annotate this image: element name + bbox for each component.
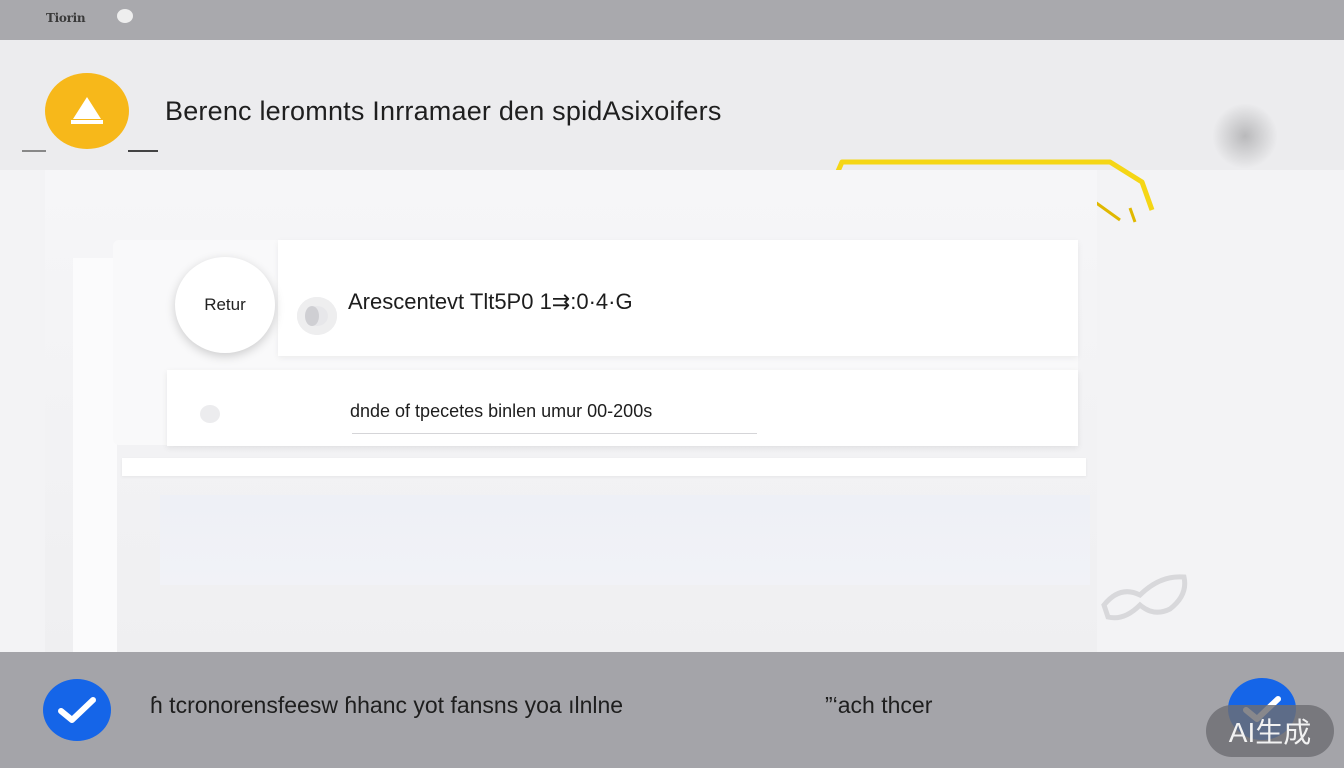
confirm-button[interactable]	[43, 679, 111, 741]
avatar[interactable]	[1212, 103, 1278, 169]
divider	[352, 433, 757, 434]
header-divider-right	[128, 150, 158, 152]
logo-icon[interactable]	[45, 73, 129, 149]
list-item-label: dnde of tpecetes binlen umur 00-200s	[350, 401, 653, 421]
radio-button[interactable]	[200, 405, 220, 423]
footer-text: ɦ tcronorensfeesw ɦhanc yot fansns yoa ı…	[150, 692, 624, 718]
card-footer-strip	[122, 458, 1086, 476]
top-bar: Tiorin	[0, 0, 1344, 40]
app-name: Tiorin	[46, 11, 86, 25]
header-divider-left	[22, 150, 46, 152]
page-title: Berenc leromnts Inrramaer den spidAsixoi…	[165, 96, 722, 126]
check-icon	[58, 697, 96, 723]
return-button[interactable]: Retur	[175, 257, 275, 353]
cloud-icon[interactable]	[117, 9, 133, 23]
list-item-label: Arescentevt Tlt5P0 1⇉:0·4·G	[348, 289, 633, 314]
panel-side-strip	[73, 258, 117, 652]
watermark-badge: AI生成	[1206, 705, 1334, 757]
radio-button[interactable]	[297, 297, 337, 335]
footer-link[interactable]: ”‘ach thcer	[825, 692, 932, 719]
glasses-icon	[1101, 574, 1188, 621]
content-area	[160, 495, 1090, 585]
